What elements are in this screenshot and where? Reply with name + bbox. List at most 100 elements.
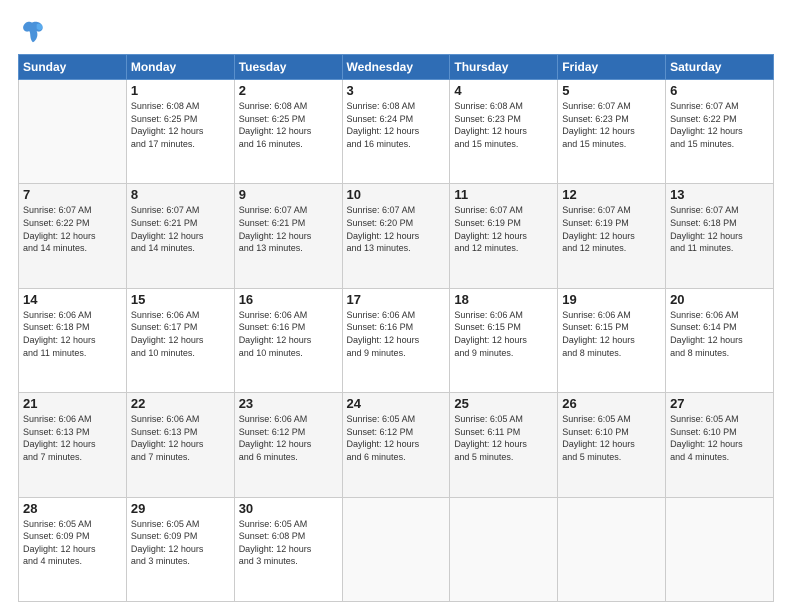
calendar-cell: 27 Sunrise: 6:05 AM Sunset: 6:10 PM Dayli… <box>666 393 774 497</box>
calendar-week-2: 7 Sunrise: 6:07 AM Sunset: 6:22 PM Daylig… <box>19 184 774 288</box>
calendar-cell: 3 Sunrise: 6:08 AM Sunset: 6:24 PM Daylig… <box>342 80 450 184</box>
day-number: 19 <box>562 292 661 307</box>
day-number: 25 <box>454 396 553 411</box>
calendar-header-thursday: Thursday <box>450 55 558 80</box>
calendar-cell <box>342 497 450 601</box>
day-info: Sunrise: 6:06 AM Sunset: 6:16 PM Dayligh… <box>239 309 338 359</box>
calendar-cell: 16 Sunrise: 6:06 AM Sunset: 6:16 PM Dayli… <box>234 288 342 392</box>
calendar-week-1: 1 Sunrise: 6:08 AM Sunset: 6:25 PM Daylig… <box>19 80 774 184</box>
calendar-cell: 11 Sunrise: 6:07 AM Sunset: 6:19 PM Dayli… <box>450 184 558 288</box>
calendar-cell: 1 Sunrise: 6:08 AM Sunset: 6:25 PM Daylig… <box>126 80 234 184</box>
day-info: Sunrise: 6:05 AM Sunset: 6:12 PM Dayligh… <box>347 413 446 463</box>
day-number: 17 <box>347 292 446 307</box>
calendar-cell: 9 Sunrise: 6:07 AM Sunset: 6:21 PM Daylig… <box>234 184 342 288</box>
day-number: 23 <box>239 396 338 411</box>
calendar-cell: 14 Sunrise: 6:06 AM Sunset: 6:18 PM Dayli… <box>19 288 127 392</box>
calendar-header-wednesday: Wednesday <box>342 55 450 80</box>
calendar-cell: 13Sunrise: 6:07 AM Sunset: 6:18 PM Dayli… <box>666 184 774 288</box>
day-info: Sunrise: 6:07 AM Sunset: 6:21 PM Dayligh… <box>239 204 338 254</box>
day-number: 26 <box>562 396 661 411</box>
calendar-cell: 24 Sunrise: 6:05 AM Sunset: 6:12 PM Dayli… <box>342 393 450 497</box>
day-number: 9 <box>239 187 338 202</box>
day-number: 6 <box>670 83 769 98</box>
calendar-cell: 17 Sunrise: 6:06 AM Sunset: 6:16 PM Dayli… <box>342 288 450 392</box>
day-info: Sunrise: 6:07 AM Sunset: 6:19 PM Dayligh… <box>562 204 661 254</box>
calendar-week-5: 28 Sunrise: 6:05 AM Sunset: 6:09 PM Dayli… <box>19 497 774 601</box>
calendar-cell <box>450 497 558 601</box>
logo <box>18 18 50 46</box>
day-number: 24 <box>347 396 446 411</box>
day-info: Sunrise: 6:07 AM Sunset: 6:18 PM Dayligh… <box>670 204 769 254</box>
calendar-cell <box>19 80 127 184</box>
day-number: 2 <box>239 83 338 98</box>
day-info: Sunrise: 6:06 AM Sunset: 6:13 PM Dayligh… <box>23 413 122 463</box>
day-info: Sunrise: 6:07 AM Sunset: 6:23 PM Dayligh… <box>562 100 661 150</box>
day-info: Sunrise: 6:08 AM Sunset: 6:24 PM Dayligh… <box>347 100 446 150</box>
calendar-cell: 25Sunrise: 6:05 AM Sunset: 6:11 PM Dayli… <box>450 393 558 497</box>
day-number: 15 <box>131 292 230 307</box>
day-number: 12 <box>562 187 661 202</box>
day-number: 1 <box>131 83 230 98</box>
day-number: 27 <box>670 396 769 411</box>
calendar-cell: 4 Sunrise: 6:08 AM Sunset: 6:23 PM Daylig… <box>450 80 558 184</box>
calendar-cell <box>558 497 666 601</box>
calendar-header-tuesday: Tuesday <box>234 55 342 80</box>
day-info: Sunrise: 6:05 AM Sunset: 6:10 PM Dayligh… <box>670 413 769 463</box>
day-info: Sunrise: 6:06 AM Sunset: 6:16 PM Dayligh… <box>347 309 446 359</box>
day-number: 30 <box>239 501 338 516</box>
day-number: 20 <box>670 292 769 307</box>
calendar-cell: 8 Sunrise: 6:07 AM Sunset: 6:21 PM Daylig… <box>126 184 234 288</box>
day-info: Sunrise: 6:06 AM Sunset: 6:15 PM Dayligh… <box>562 309 661 359</box>
day-number: 18 <box>454 292 553 307</box>
day-info: Sunrise: 6:06 AM Sunset: 6:13 PM Dayligh… <box>131 413 230 463</box>
day-number: 14 <box>23 292 122 307</box>
calendar-cell: 28 Sunrise: 6:05 AM Sunset: 6:09 PM Dayli… <box>19 497 127 601</box>
day-info: Sunrise: 6:06 AM Sunset: 6:18 PM Dayligh… <box>23 309 122 359</box>
day-info: Sunrise: 6:06 AM Sunset: 6:12 PM Dayligh… <box>239 413 338 463</box>
day-number: 21 <box>23 396 122 411</box>
calendar-cell: 22 Sunrise: 6:06 AM Sunset: 6:13 PM Dayli… <box>126 393 234 497</box>
day-info: Sunrise: 6:05 AM Sunset: 6:09 PM Dayligh… <box>131 518 230 568</box>
calendar-cell: 2 Sunrise: 6:08 AM Sunset: 6:25 PM Daylig… <box>234 80 342 184</box>
day-info: Sunrise: 6:08 AM Sunset: 6:25 PM Dayligh… <box>239 100 338 150</box>
calendar-week-4: 21 Sunrise: 6:06 AM Sunset: 6:13 PM Dayli… <box>19 393 774 497</box>
calendar-header-friday: Friday <box>558 55 666 80</box>
day-number: 29 <box>131 501 230 516</box>
day-info: Sunrise: 6:07 AM Sunset: 6:22 PM Dayligh… <box>670 100 769 150</box>
day-number: 11 <box>454 187 553 202</box>
calendar-header-monday: Monday <box>126 55 234 80</box>
day-info: Sunrise: 6:08 AM Sunset: 6:25 PM Dayligh… <box>131 100 230 150</box>
day-info: Sunrise: 6:07 AM Sunset: 6:22 PM Dayligh… <box>23 204 122 254</box>
calendar-cell: 5 Sunrise: 6:07 AM Sunset: 6:23 PM Daylig… <box>558 80 666 184</box>
calendar-table: SundayMondayTuesdayWednesdayThursdayFrid… <box>18 54 774 602</box>
day-info: Sunrise: 6:08 AM Sunset: 6:23 PM Dayligh… <box>454 100 553 150</box>
day-number: 8 <box>131 187 230 202</box>
calendar-cell: 15Sunrise: 6:06 AM Sunset: 6:17 PM Dayli… <box>126 288 234 392</box>
calendar-cell: 6 Sunrise: 6:07 AM Sunset: 6:22 PM Daylig… <box>666 80 774 184</box>
day-info: Sunrise: 6:05 AM Sunset: 6:10 PM Dayligh… <box>562 413 661 463</box>
day-number: 5 <box>562 83 661 98</box>
day-number: 16 <box>239 292 338 307</box>
calendar-cell: 19 Sunrise: 6:06 AM Sunset: 6:15 PM Dayli… <box>558 288 666 392</box>
day-number: 28 <box>23 501 122 516</box>
day-info: Sunrise: 6:06 AM Sunset: 6:14 PM Dayligh… <box>670 309 769 359</box>
calendar-header-row: SundayMondayTuesdayWednesdayThursdayFrid… <box>19 55 774 80</box>
day-info: Sunrise: 6:05 AM Sunset: 6:08 PM Dayligh… <box>239 518 338 568</box>
calendar-cell: 18 Sunrise: 6:06 AM Sunset: 6:15 PM Dayli… <box>450 288 558 392</box>
day-number: 3 <box>347 83 446 98</box>
day-number: 22 <box>131 396 230 411</box>
day-info: Sunrise: 6:07 AM Sunset: 6:19 PM Dayligh… <box>454 204 553 254</box>
calendar-cell: 29 Sunrise: 6:05 AM Sunset: 6:09 PM Dayli… <box>126 497 234 601</box>
calendar-cell: 7 Sunrise: 6:07 AM Sunset: 6:22 PM Daylig… <box>19 184 127 288</box>
calendar-cell: 20 Sunrise: 6:06 AM Sunset: 6:14 PM Dayli… <box>666 288 774 392</box>
calendar-header-saturday: Saturday <box>666 55 774 80</box>
day-info: Sunrise: 6:07 AM Sunset: 6:21 PM Dayligh… <box>131 204 230 254</box>
day-info: Sunrise: 6:06 AM Sunset: 6:15 PM Dayligh… <box>454 309 553 359</box>
calendar-cell: 26 Sunrise: 6:05 AM Sunset: 6:10 PM Dayli… <box>558 393 666 497</box>
calendar-cell: 12 Sunrise: 6:07 AM Sunset: 6:19 PM Dayli… <box>558 184 666 288</box>
calendar-cell: 10Sunrise: 6:07 AM Sunset: 6:20 PM Dayli… <box>342 184 450 288</box>
calendar-cell: 30 Sunrise: 6:05 AM Sunset: 6:08 PM Dayli… <box>234 497 342 601</box>
day-info: Sunrise: 6:05 AM Sunset: 6:09 PM Dayligh… <box>23 518 122 568</box>
day-number: 7 <box>23 187 122 202</box>
day-number: 4 <box>454 83 553 98</box>
